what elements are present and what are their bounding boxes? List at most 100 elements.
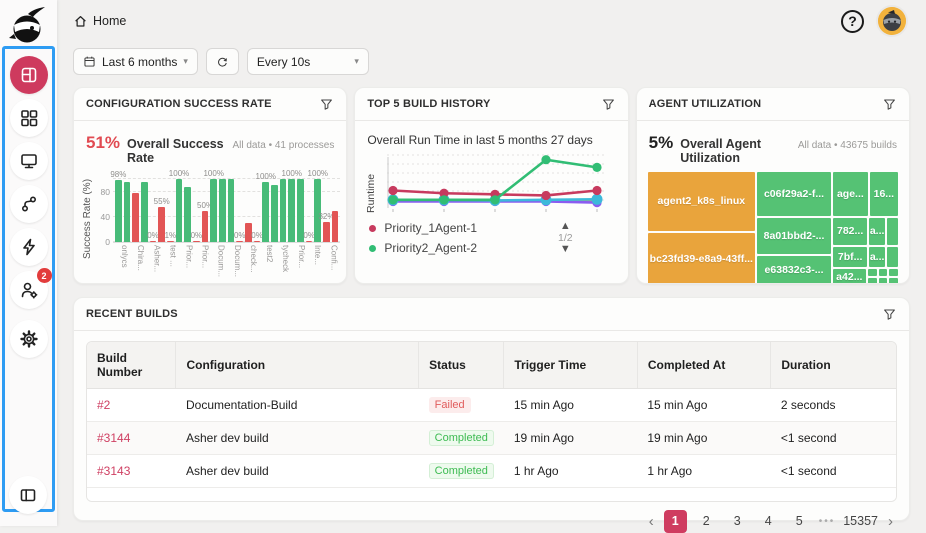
bar[interactable]: 0% <box>147 179 159 242</box>
status-badge: Failed <box>428 397 471 413</box>
filter-funnel-icon[interactable] <box>882 97 897 112</box>
apps-grid-icon <box>20 110 37 127</box>
data-scope-label: All data • 41 processes <box>232 140 335 151</box>
treemap-tile[interactable]: bc23fd39-e8a9-43ff... <box>646 231 756 283</box>
treemap-tile[interactable]: agent2_k8s_linux <box>646 171 756 232</box>
filter-funnel-icon[interactable] <box>882 307 897 322</box>
last-page-button[interactable]: 15357 <box>843 510 878 533</box>
sidebar-item-apps[interactable] <box>9 99 48 137</box>
bar-fill <box>305 240 313 242</box>
pager-down-icon[interactable]: ▼ <box>560 244 571 255</box>
treemap-tile[interactable]: age... <box>832 171 869 217</box>
filter-funnel-icon[interactable] <box>319 97 334 112</box>
bar[interactable] <box>132 179 140 242</box>
treemap-tile[interactable] <box>866 267 878 277</box>
sidebar-collapse-button[interactable] <box>9 476 47 514</box>
bar-fill <box>271 185 278 242</box>
cell-build[interactable]: #3144 <box>87 421 176 455</box>
treemap-tile[interactable] <box>877 276 889 283</box>
treemap-tile[interactable]: 7bf... <box>832 245 869 268</box>
column-header[interactable]: Configuration <box>175 342 420 389</box>
page-button[interactable]: 5 <box>788 510 811 533</box>
bar[interactable] <box>279 179 287 242</box>
x-axis-label: Prior... <box>200 245 210 269</box>
help-button[interactable]: ? <box>841 9 864 33</box>
bar-fill <box>149 240 157 242</box>
bar[interactable]: 98% <box>110 170 126 242</box>
bar[interactable]: 0% <box>234 179 246 242</box>
bar[interactable]: 100% <box>169 169 189 242</box>
bar-fill <box>115 180 122 242</box>
treemap-tile[interactable] <box>877 267 889 277</box>
refresh-interval-select[interactable]: Every 10s ▾ <box>246 48 369 75</box>
treemap-tile[interactable] <box>886 245 899 268</box>
next-page-button[interactable]: › <box>886 513 895 530</box>
treemap-tile[interactable]: a... <box>868 245 887 268</box>
bar-fill <box>193 240 200 242</box>
agent-utilization-card: AGENT UTILIZATION 5% Overall Agent Utili… <box>635 87 910 284</box>
filter-bar: Last 6 months ▾ Every 10s ▾ <box>57 42 926 75</box>
filter-funnel-icon[interactable] <box>601 97 616 112</box>
column-header[interactable]: Status <box>418 342 505 389</box>
topbar: Home ? <box>57 0 926 42</box>
sidebar-item-dashboard[interactable] <box>9 56 48 94</box>
bar[interactable] <box>271 179 278 242</box>
sidebar-item-triggers[interactable] <box>9 228 48 266</box>
bar[interactable]: 100% <box>203 169 224 242</box>
bar[interactable]: 100% <box>256 172 276 242</box>
cell-configuration: Documentation-Build <box>175 388 419 422</box>
builds-header-row: Build Number Configuration Status Trigger T… <box>87 342 896 389</box>
bar[interactable]: 100% <box>308 169 328 242</box>
pager-up-icon[interactable]: ▲ <box>560 221 571 232</box>
bar[interactable]: 1% <box>165 179 176 242</box>
bar[interactable]: 32% <box>318 179 334 242</box>
bar-fill <box>132 192 140 242</box>
sidebar-item-users[interactable]: 2 <box>9 268 52 309</box>
treemap-tile[interactable]: a... <box>868 217 887 246</box>
card-title: RECENT BUILDS <box>86 308 178 320</box>
sidebar-item-pipelines[interactable] <box>9 185 48 223</box>
column-header[interactable]: Trigger Time <box>503 342 638 389</box>
sidebar-item-agents[interactable] <box>9 142 48 180</box>
bar[interactable] <box>123 179 131 242</box>
app-logo-icon[interactable] <box>7 4 51 46</box>
bar-fill <box>323 221 330 242</box>
bar[interactable]: 0% <box>191 179 202 242</box>
page-button[interactable]: 1 <box>663 509 687 533</box>
treemap-tile[interactable] <box>886 217 899 246</box>
treemap-tile[interactable]: e63832c3-... <box>755 254 833 283</box>
page-button[interactable]: 3 <box>726 510 749 533</box>
column-header[interactable]: Duration <box>770 342 896 389</box>
page-button[interactable]: 4 <box>757 510 780 533</box>
bar[interactable]: 50% <box>197 179 213 242</box>
bar-fill <box>262 182 270 242</box>
bar[interactable]: 0% <box>251 179 263 242</box>
bar[interactable]: 100% <box>282 169 302 242</box>
treemap-tile[interactable]: 16... <box>868 171 899 217</box>
treemap-tile[interactable]: 782... <box>832 217 869 246</box>
treemap-tile[interactable] <box>888 276 900 283</box>
bar[interactable] <box>219 179 226 242</box>
cell-build[interactable]: #3143 <box>87 454 176 488</box>
treemap-tile[interactable]: a42... <box>832 267 867 283</box>
legend-item[interactable]: Priority_1Agent-1 <box>369 221 477 235</box>
column-header[interactable]: Completed At <box>637 342 772 389</box>
cell-build[interactable]: #2 <box>87 388 176 422</box>
avatar[interactable] <box>878 7 906 35</box>
treemap-tile[interactable] <box>888 267 900 277</box>
column-header[interactable]: Build Number <box>87 342 177 389</box>
refresh-icon <box>217 57 227 67</box>
date-range-select[interactable]: Last 6 months ▾ <box>73 48 198 75</box>
refresh-button[interactable] <box>205 48 239 75</box>
bar-value-label: 0% <box>303 230 315 240</box>
bar[interactable] <box>331 179 339 242</box>
treemap-tile[interactable]: 8a01bbd2-... <box>755 216 833 255</box>
breadcrumb[interactable]: Home <box>73 14 126 29</box>
legend-item[interactable]: Priority2_Agent-2 <box>369 241 477 255</box>
prev-page-button[interactable]: ‹ <box>647 513 656 530</box>
treemap-tile[interactable] <box>866 276 878 283</box>
bar[interactable]: 0% <box>303 179 315 242</box>
sidebar-item-settings[interactable] <box>9 320 48 358</box>
page-button[interactable]: 2 <box>695 510 718 533</box>
treemap-tile[interactable]: c06f29a2-f... <box>755 171 833 217</box>
